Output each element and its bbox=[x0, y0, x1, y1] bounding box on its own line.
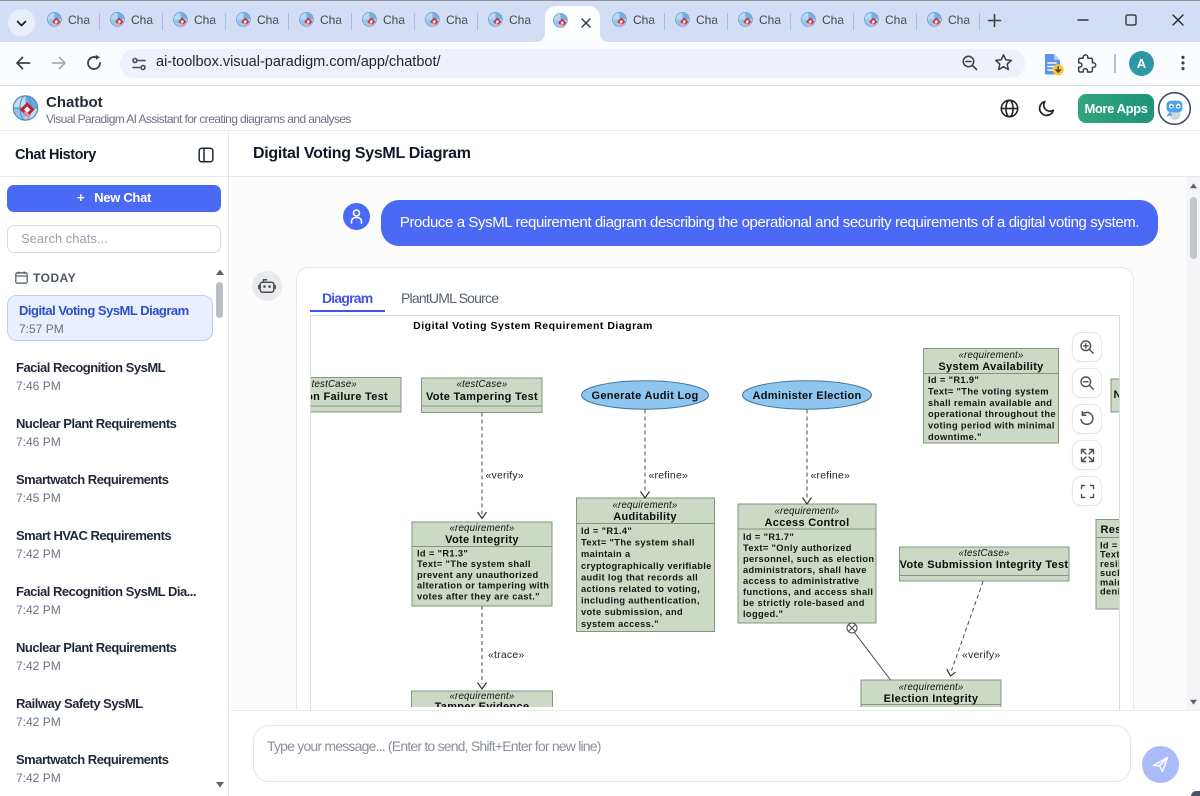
svg-text:Digital Voting System Requirem: Digital Voting System Requirement Diagra… bbox=[413, 320, 653, 332]
svg-text:«requirement»: «requirement» bbox=[612, 500, 677, 511]
svg-text:system access.": system access." bbox=[581, 619, 659, 629]
svg-text:logged.": logged." bbox=[743, 609, 783, 619]
svg-text:«testCase»: «testCase» bbox=[958, 548, 1009, 559]
svg-text:Text= "The system shall: Text= "The system shall bbox=[581, 538, 695, 548]
svg-text:«requirement»: «requirement» bbox=[958, 350, 1023, 361]
svg-text:Administer Election: Administer Election bbox=[753, 390, 862, 402]
svg-text:«refine»: «refine» bbox=[811, 470, 851, 482]
svg-text:«requirement»: «requirement» bbox=[898, 682, 963, 693]
svg-text:«requirement»: «requirement» bbox=[774, 506, 839, 517]
svg-text:access to administrative: access to administrative bbox=[743, 576, 859, 586]
svg-text:System Availability: System Availability bbox=[938, 361, 1044, 373]
svg-text:functions, and access shall: functions, and access shall bbox=[743, 587, 873, 597]
svg-text:Generate Audit Log: Generate Audit Log bbox=[591, 390, 698, 402]
svg-text:cryptographically verifiable: cryptographically verifiable bbox=[581, 561, 712, 571]
svg-text:«trace»: «trace» bbox=[488, 649, 524, 661]
svg-text:Id = "R1.9": Id = "R1.9" bbox=[928, 375, 979, 385]
svg-text:Text= "The voting system: Text= "The voting system bbox=[928, 386, 1049, 396]
svg-text:Election Integrity: Election Integrity bbox=[884, 693, 979, 705]
svg-text:Election Failure Test: Election Failure Test bbox=[311, 391, 388, 403]
svg-text:«testCase»: «testCase» bbox=[311, 379, 357, 390]
svg-text:including authentication,: including authentication, bbox=[581, 596, 700, 606]
svg-text:Res: Res bbox=[1101, 524, 1121, 536]
svg-text:Id = "R1.5": Id = "R1.5" bbox=[866, 706, 917, 708]
svg-text:denial: denial bbox=[1100, 587, 1120, 597]
svg-text:be strictly role-based and: be strictly role-based and bbox=[743, 598, 865, 608]
svg-text:Vote Submission Integrity Test: Vote Submission Integrity Test bbox=[900, 559, 1069, 571]
svg-text:actions related to voting,: actions related to voting, bbox=[581, 584, 700, 594]
svg-text:Id = "R1.4": Id = "R1.4" bbox=[581, 526, 632, 536]
svg-text:Id = "R1.3": Id = "R1.3" bbox=[417, 549, 468, 559]
svg-text:audit log that records all: audit log that records all bbox=[581, 572, 698, 582]
svg-text:maintain a: maintain a bbox=[581, 549, 631, 559]
svg-text:Tamper Evidence: Tamper Evidence bbox=[435, 701, 530, 707]
svg-text:downtime.": downtime." bbox=[928, 432, 982, 442]
svg-text:administrators, shall have: administrators, shall have bbox=[743, 565, 867, 575]
svg-text:Text= "The system shall: Text= "The system shall bbox=[417, 559, 531, 569]
svg-text:Access Control: Access Control bbox=[765, 517, 850, 529]
svg-text:Vote Integrity: Vote Integrity bbox=[445, 534, 519, 546]
svg-text:vote submission, and: vote submission, and bbox=[581, 607, 683, 617]
svg-text:voting period with minimal: voting period with minimal bbox=[928, 421, 1055, 431]
svg-text:Vote Tampering Test: Vote Tampering Test bbox=[426, 391, 538, 403]
svg-text:shall remain available and: shall remain available and bbox=[928, 398, 1052, 408]
svg-text:«testCase»: «testCase» bbox=[456, 379, 507, 390]
svg-text:prevent any unauthorized: prevent any unauthorized bbox=[417, 570, 539, 580]
svg-text:votes after they are cast.": votes after they are cast." bbox=[417, 591, 540, 601]
svg-text:Auditability: Auditability bbox=[613, 511, 677, 523]
svg-text:operational throughout the: operational throughout the bbox=[928, 409, 1056, 419]
svg-text:«refine»: «refine» bbox=[649, 470, 689, 482]
svg-text:personnel, such as election: personnel, such as election bbox=[743, 554, 874, 564]
svg-text:alteration or tampering with: alteration or tampering with bbox=[417, 581, 549, 591]
svg-text:«verify»: «verify» bbox=[486, 470, 524, 482]
svg-text:Id = "R1.7": Id = "R1.7" bbox=[743, 532, 794, 542]
svg-text:Text= "Only authorized: Text= "Only authorized bbox=[743, 543, 852, 553]
svg-text:«requirement»: «requirement» bbox=[449, 523, 514, 534]
svg-text:«verify»: «verify» bbox=[962, 649, 1000, 661]
svg-text:N: N bbox=[1114, 389, 1121, 401]
